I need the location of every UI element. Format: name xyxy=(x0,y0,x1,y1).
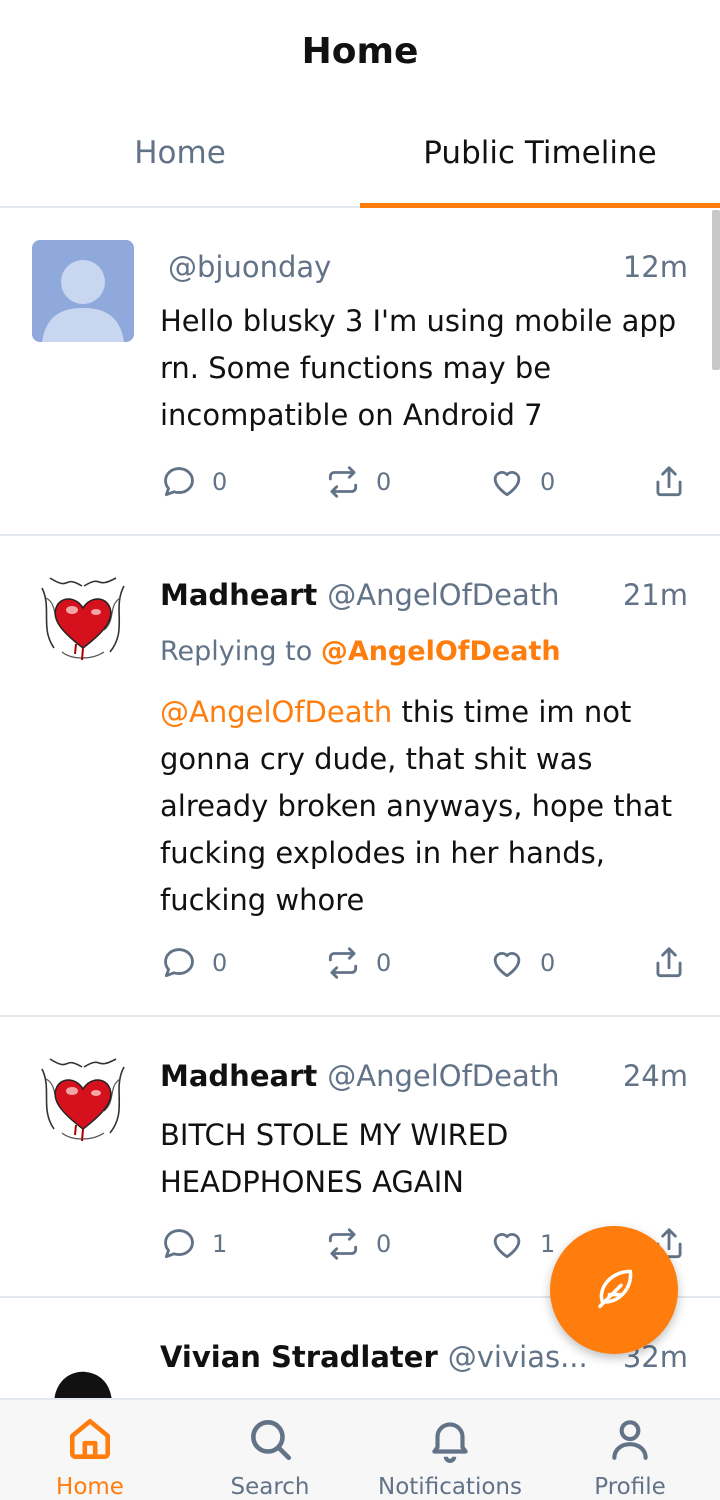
bottom-nav: Home Search Notifications Profile xyxy=(0,1398,720,1500)
heart-avatar-image xyxy=(32,1049,134,1151)
post-display-name[interactable]: Madheart xyxy=(160,578,317,612)
like-button[interactable]: 0 xyxy=(488,941,555,985)
post-handle[interactable]: @AngelOfDeath xyxy=(327,1059,607,1093)
reply-prefix: Replying to xyxy=(160,636,313,667)
timeline-tabs: Home Public Timeline xyxy=(0,100,720,208)
post-item[interactable]: Madheart @AngelOfDeath 21m Replying to @… xyxy=(0,536,720,1017)
post-display-name[interactable]: Vivian Stradlater xyxy=(160,1340,438,1374)
nav-notifications[interactable]: Notifications xyxy=(360,1400,540,1500)
repost-icon xyxy=(328,1228,358,1260)
reply-count: 0 xyxy=(212,468,228,496)
nav-profile-label: Profile xyxy=(594,1474,666,1500)
avatar[interactable] xyxy=(32,240,134,342)
nav-search[interactable]: Search xyxy=(180,1400,360,1500)
heart-icon xyxy=(493,952,521,978)
app-header: Home xyxy=(0,0,720,100)
repost-icon xyxy=(328,466,358,498)
feed-scrollbar[interactable] xyxy=(712,210,720,370)
post-header: Madheart @AngelOfDeath 24m xyxy=(160,1059,688,1093)
reply-button[interactable]: 0 xyxy=(160,941,227,985)
repost-count: 0 xyxy=(376,1230,392,1258)
reply-button[interactable]: 0 xyxy=(160,460,227,504)
like-button[interactable]: 1 xyxy=(488,1222,555,1266)
post-text: @AngelOfDeath this time im not gonna cry… xyxy=(160,689,690,924)
drawn-avatar-image xyxy=(32,1350,134,1398)
post-display-name[interactable]: Madheart xyxy=(160,1059,317,1093)
repost-icon xyxy=(328,947,358,979)
avatar[interactable] xyxy=(32,1049,134,1151)
reply-context: Replying to @AngelOfDeath xyxy=(160,636,561,667)
share-icon xyxy=(656,466,682,497)
share-button[interactable] xyxy=(650,941,688,985)
avatar[interactable] xyxy=(32,568,134,670)
post-text: Hello blusky 3 I'm using mobile app rn. … xyxy=(160,304,677,432)
tab-public-timeline[interactable]: Public Timeline xyxy=(360,100,720,208)
nav-notifications-label: Notifications xyxy=(378,1474,522,1500)
post-time: 21m xyxy=(622,578,688,612)
like-count: 0 xyxy=(540,949,556,977)
repost-count: 0 xyxy=(376,468,392,496)
search-icon xyxy=(251,1420,292,1461)
post-handle[interactable]: @AngelOfDeath xyxy=(327,578,607,612)
feather-icon xyxy=(598,1269,633,1309)
nav-profile[interactable]: Profile xyxy=(540,1400,720,1500)
post-header: @bjuonday 12m xyxy=(160,250,688,284)
repost-button[interactable]: 0 xyxy=(324,941,391,985)
like-button[interactable]: 0 xyxy=(488,460,555,504)
post-time: 12m xyxy=(622,250,688,284)
tab-home[interactable]: Home xyxy=(0,100,360,206)
post-actions: 0 0 0 xyxy=(160,941,688,985)
like-count: 1 xyxy=(540,1230,556,1258)
reply-count: 0 xyxy=(212,949,228,977)
nav-search-label: Search xyxy=(230,1474,310,1500)
post-time: 24m xyxy=(622,1059,688,1093)
post-header: Madheart @AngelOfDeath 21m xyxy=(160,578,688,612)
post-actions: 0 0 0 xyxy=(160,460,688,504)
page-title: Home xyxy=(301,31,419,72)
reply-icon xyxy=(164,467,194,497)
bell-icon xyxy=(432,1422,468,1463)
repost-count: 0 xyxy=(376,949,392,977)
nav-home-label: Home xyxy=(56,1474,124,1500)
heart-icon xyxy=(493,471,521,497)
reply-count: 1 xyxy=(212,1230,228,1258)
post-feed[interactable]: @bjuonday 12m Hello blusky 3 I'm using m… xyxy=(0,208,720,1398)
like-count: 0 xyxy=(540,468,556,496)
text-mention[interactable]: @AngelOfDeath xyxy=(160,695,392,729)
reply-button[interactable]: 1 xyxy=(160,1222,227,1266)
post-item[interactable]: @bjuonday 12m Hello blusky 3 I'm using m… xyxy=(0,208,720,536)
default-avatar-icon xyxy=(42,260,124,342)
compose-post-button[interactable] xyxy=(550,1226,678,1354)
share-button[interactable] xyxy=(650,460,688,504)
repost-button[interactable]: 0 xyxy=(324,1222,391,1266)
share-icon xyxy=(656,947,682,978)
person-icon xyxy=(612,1420,648,1460)
post-handle[interactable]: @bjuonday xyxy=(160,250,607,284)
heart-avatar-image xyxy=(32,568,134,670)
repost-button[interactable]: 0 xyxy=(324,460,391,504)
heart-icon xyxy=(493,1233,521,1259)
reply-icon xyxy=(164,1229,194,1259)
reply-icon xyxy=(164,948,194,978)
home-icon xyxy=(70,1419,111,1459)
avatar[interactable] xyxy=(32,1350,134,1398)
post-text: BITCH STOLE MY WIRED HEADPHONES AGAIN xyxy=(160,1118,509,1199)
nav-home[interactable]: Home xyxy=(0,1400,180,1500)
reply-to-mention[interactable]: @AngelOfDeath xyxy=(321,636,561,667)
